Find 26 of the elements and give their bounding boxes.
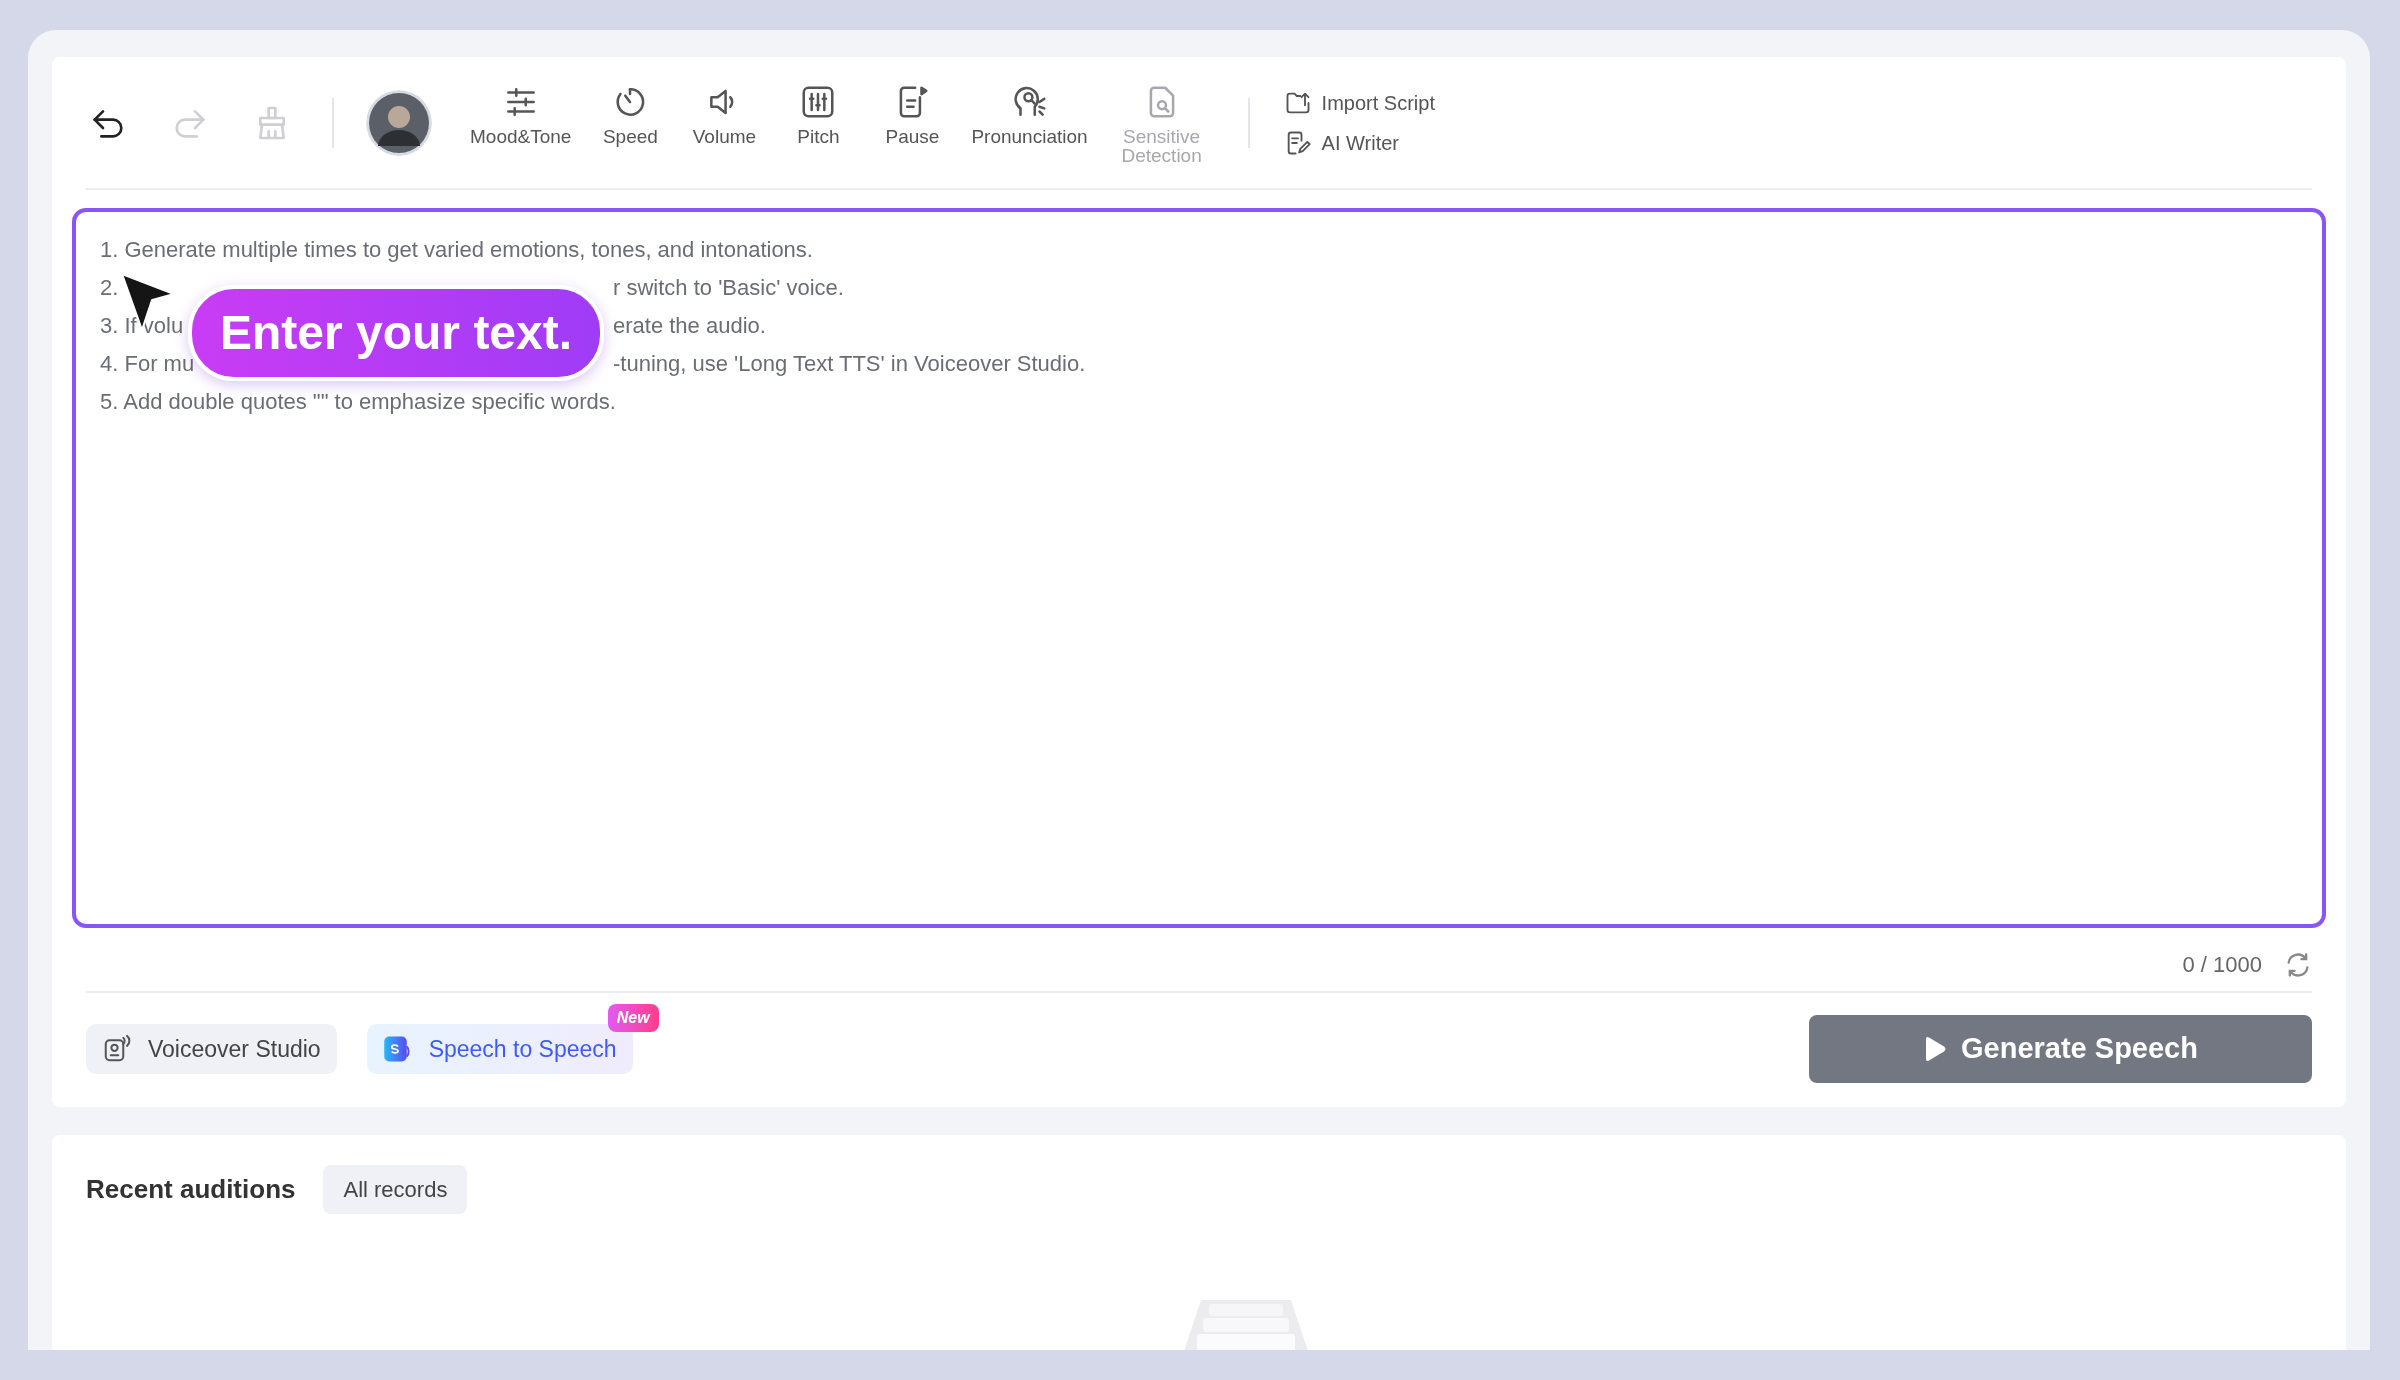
ai-writer-button[interactable]: AI Writer (1283, 127, 1435, 158)
new-badge: New (607, 1003, 659, 1032)
tool-button[interactable]: Mood&Tone (462, 82, 580, 163)
placeholder-text: 3. If volu (100, 312, 184, 338)
placeholder-text: 2. (100, 274, 119, 300)
placeholder-text: 5. Add double quotes "" to emphasize specific words. (100, 387, 616, 416)
voiceover-studio-button[interactable]: Voiceover Studio (86, 1023, 337, 1075)
tool-button[interactable]: Pitch (775, 82, 862, 163)
placeholder-text: erate the audio. (613, 311, 766, 340)
tool-button[interactable]: Speed (587, 82, 674, 163)
tool-button[interactable]: Volume (681, 82, 768, 163)
placeholder-text: -tuning, use 'Long Text TTS' in Voiceover Studio. (613, 349, 1086, 378)
text-editor[interactable] (72, 208, 2326, 928)
section-title: Recent auditions (86, 1173, 296, 1206)
tool-button[interactable]: Pause (869, 82, 956, 163)
tool-button[interactable]: Pronunciation (963, 82, 1096, 163)
avatar-icon[interactable] (366, 89, 432, 156)
placeholder-text: r switch to 'Basic' voice. (613, 273, 844, 302)
speech-icon (382, 1034, 413, 1064)
placeholder-text: 1. Generate multiple times to get varied emotions, tones, and intonations. (100, 235, 813, 264)
character-counter: 0 / 1000 (2182, 951, 2262, 979)
import-script-button[interactable]: Import Script (1283, 87, 1435, 118)
play-icon (1923, 1036, 1947, 1062)
studio-icon (102, 1034, 132, 1064)
speech-to-speech-button[interactable]: Speech to Speech (366, 1023, 633, 1075)
all-records-button[interactable]: All records (323, 1165, 468, 1214)
